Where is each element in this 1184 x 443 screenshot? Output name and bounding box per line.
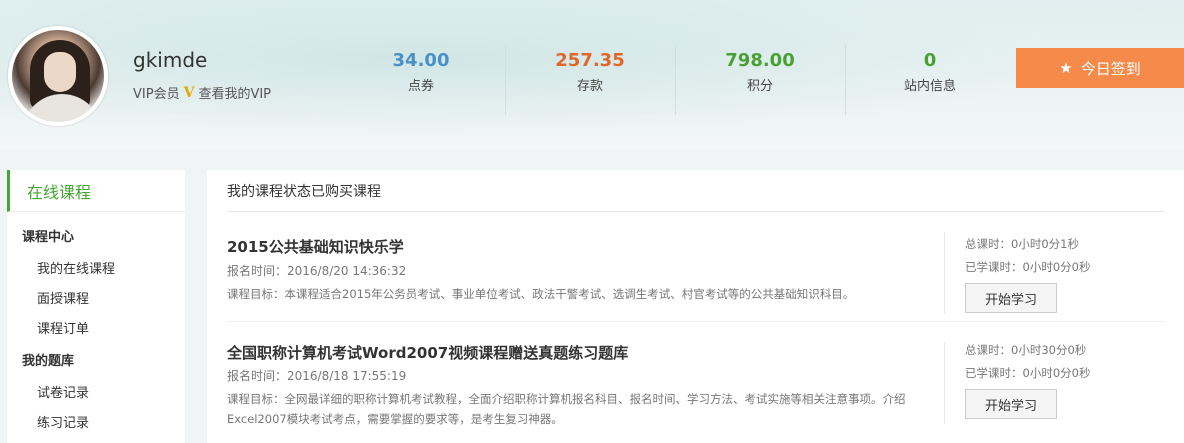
divider [944,342,945,424]
sidebar-item-course-orders[interactable]: 课程订单 [7,312,185,342]
stat-coupons[interactable]: 34.00 点券 [336,50,506,94]
vip-line: VIP会员 V 查看我的VIP [133,83,271,103]
course-name[interactable]: 全国职称计算机考试Word2007视频课程赠送真题练习题库 [227,342,628,363]
stat-value: 798.00 [725,50,795,71]
stat-value: 257.35 [555,50,625,71]
sidebar: 在线课程 课程中心 我的在线课程 面授课程 课程订单 我的题库 试卷记录 练习记… [7,170,185,443]
sidebar-group-course-center: 课程中心 [22,230,75,245]
stat-value: 34.00 [392,50,450,71]
stat-points[interactable]: 798.00 积分 [675,50,845,94]
course-name[interactable]: 2015公共基础知识快乐学 [227,236,404,257]
stat-messages[interactable]: 0 站内信息 [845,50,1015,94]
divider [944,232,945,314]
course-total-hours: 总课时：0小时0分1秒 [965,237,1079,251]
sidebar-item-offline-courses[interactable]: 面授课程 [7,282,185,312]
sidebar-item-exam-records[interactable]: 试卷记录 [7,376,185,406]
course-total-hours: 总课时：0小时30分0秒 [965,343,1087,357]
course-enroll-time: 报名时间：2016/8/18 17:55:19 [227,369,407,383]
avatar[interactable] [8,26,108,126]
course-learned-hours: 已学课时：0小时0分0秒 [965,260,1091,274]
stat-label: 点券 [407,79,434,94]
vip-label: VIP会员 [133,87,180,102]
view-vip-link[interactable]: 查看我的VIP [198,83,271,102]
username: gkimde [133,48,208,72]
sidebar-group-question-bank: 我的题库 [22,354,75,369]
stat-value: 0 [923,50,937,71]
course-learned-hours: 已学课时：0小时0分0秒 [965,366,1091,380]
sidebar-title: 在线课程 [7,170,185,212]
course-item: 全国职称计算机考试Word2007视频课程赠送真题练习题库 报名时间：2016/… [227,322,1164,443]
course-goal: 课程目标：全网最详细的职称计算机考试教程，全面介绍职称计算机报名科目、报名时间、… [227,392,906,426]
page-title: 我的课程状态已购买课程 [227,170,1164,212]
course-item: 2015公共基础知识快乐学 报名时间：2016/8/20 14:36:32 课程… [227,212,1164,322]
course-goal: 课程目标：本课程适合2015年公务员考试、事业单位考试、政法干警考试、选调生考试… [227,287,855,301]
stat-label: 积分 [746,79,773,94]
signin-label: 今日签到 [1080,60,1141,78]
start-learning-button[interactable]: 开始学习 [965,283,1057,313]
star-icon: ★ [1059,60,1073,77]
stat-label: 存款 [576,79,603,94]
vip-badge-icon: V [183,84,195,101]
sidebar-item-practice-records[interactable]: 练习记录 [7,406,185,436]
main-panel: 我的课程状态已购买课程 2015公共基础知识快乐学 报名时间：2016/8/20… [207,170,1184,443]
stat-label: 站内信息 [903,79,956,94]
course-enroll-time: 报名时间：2016/8/20 14:36:32 [227,264,407,278]
sidebar-item-my-online-courses[interactable]: 我的在线课程 [7,252,185,282]
start-learning-button[interactable]: 开始学习 [965,389,1057,419]
daily-signin-button[interactable]: ★ 今日签到 [1016,48,1184,88]
stat-deposit[interactable]: 257.35 存款 [505,50,675,94]
